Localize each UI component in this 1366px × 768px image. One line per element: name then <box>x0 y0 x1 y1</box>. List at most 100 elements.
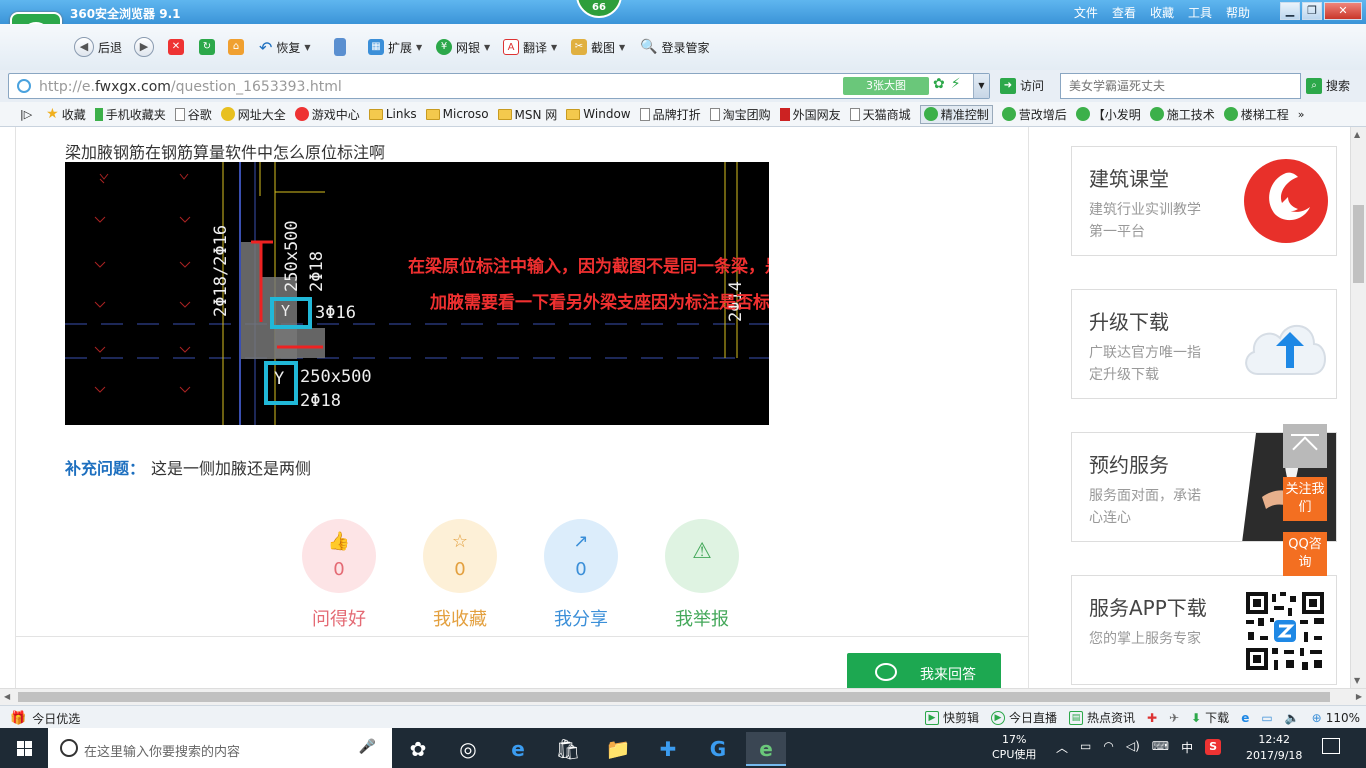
today-picks[interactable]: 🎁 今日优选 <box>10 710 80 727</box>
search-box[interactable] <box>1060 73 1301 99</box>
card-upgrade[interactable]: 升级下载 广联达官方唯一指定升级下载 <box>1071 289 1337 399</box>
bookmark-msn[interactable]: MSN 网 <box>497 106 557 123</box>
bank-button[interactable]: ¥ 网银 ▼ <box>436 36 490 58</box>
download-button[interactable]: ⬇ 下载 <box>1191 709 1229 726</box>
more-bookmarks-icon[interactable]: » <box>1298 108 1305 121</box>
bookmark-vat[interactable]: 营改增后 <box>1001 106 1067 123</box>
security-icon[interactable]: ✿ <box>933 76 945 92</box>
app-store-icon[interactable]: 🛍 <box>548 732 588 766</box>
horizontal-scrollbar[interactable]: ◀ ▶ <box>0 688 1366 705</box>
scroll-down-icon[interactable]: ▼ <box>1354 676 1360 685</box>
sogou-icon[interactable]: S <box>1205 739 1222 755</box>
bookmark-construction[interactable]: 施工技术 <box>1149 106 1215 123</box>
app-plus-icon[interactable]: ✚ <box>648 732 688 766</box>
app-360-browser-icon[interactable]: e <box>746 732 786 766</box>
horizontal-scroll-thumb[interactable] <box>18 692 1330 702</box>
back-button[interactable]: ◀ 后退 <box>74 36 122 58</box>
bookmark-favorites[interactable]: ★ 收藏 <box>46 106 86 123</box>
forward-button[interactable]: ▶ <box>134 36 154 58</box>
tray-expand-icon[interactable]: ︿ <box>1056 739 1068 756</box>
bookmark-games[interactable]: 游戏中心 <box>294 106 360 123</box>
visit-button[interactable]: ➜ 访问 <box>1000 77 1044 94</box>
menu-tools[interactable]: 工具 <box>1188 4 1212 21</box>
search-input[interactable] <box>1061 74 1300 98</box>
score-badge[interactable]: 66 <box>576 0 622 18</box>
bookmark-stairs[interactable]: 楼梯工程 <box>1223 106 1289 123</box>
scroll-right-icon[interactable]: ▶ <box>1356 692 1362 701</box>
stop-button[interactable]: ✕ <box>168 36 184 58</box>
vertical-scroll-thumb[interactable] <box>1353 205 1364 283</box>
address-dropdown-button[interactable]: ▼ <box>973 74 989 98</box>
quick-edit-button[interactable]: ▶ 快剪辑 <box>924 709 979 726</box>
sidebar-toggle-icon[interactable]: |▷ <box>20 108 32 121</box>
taskbar-search[interactable]: 在这里输入你要搜索的内容 🎤 <box>48 728 392 768</box>
scroll-up-icon[interactable]: ▲ <box>1354 130 1360 139</box>
address-bar[interactable]: http://e.fwxgx.com/question_1653393.html… <box>8 73 990 99</box>
bookmark-microsoft[interactable]: Microso <box>425 107 489 121</box>
wifi-icon[interactable]: ◠ <box>1103 739 1113 756</box>
app-explorer-icon[interactable]: 📁 <box>598 732 638 766</box>
menu-favorites[interactable]: 收藏 <box>1150 4 1174 21</box>
search-button[interactable]: ⌕ 搜索 <box>1306 77 1350 94</box>
home-button[interactable]: ⌂ <box>228 36 244 58</box>
card-app[interactable]: 服务APP下载 您的掌上服务专家 <box>1071 575 1337 685</box>
battery-icon[interactable]: ▭ <box>1080 739 1091 756</box>
question-image[interactable]: 2Φ18/2Φ16 250x500 2Φ18 2Φ14 Y 3Φ16 Y 250… <box>65 162 769 425</box>
good-question-button[interactable]: 👍 0 问得好 <box>299 519 379 631</box>
start-button[interactable] <box>0 728 48 768</box>
first-aid-icon[interactable]: ✚ <box>1147 711 1157 725</box>
keyboard-icon[interactable]: ⌨ <box>1152 739 1169 756</box>
app-g-icon[interactable]: G <box>698 732 738 766</box>
refresh-button[interactable]: ↻ <box>199 36 215 58</box>
bookmark-tmall[interactable]: 天猫商城 <box>849 106 911 123</box>
report-button[interactable]: ⚠ 我举报 <box>662 519 742 631</box>
menu-file[interactable]: 文件 <box>1074 4 1098 21</box>
volume-icon[interactable]: 🔈 <box>1285 711 1300 725</box>
lightning-icon[interactable]: ⚡ <box>951 76 961 92</box>
favorite-button[interactable]: ☆ 0 我收藏 <box>420 519 500 631</box>
share-button[interactable]: ↗ 0 我分享 <box>541 519 621 631</box>
bookmark-windows[interactable]: Window <box>566 107 631 121</box>
url-text[interactable]: http://e.fwxgx.com/question_1653393.html <box>39 79 342 95</box>
vertical-scrollbar[interactable]: ▲ ▼ <box>1350 127 1366 688</box>
restore-button[interactable]: ↶ 恢复 ▼ <box>259 36 311 58</box>
translate-button[interactable]: A 翻译 ▼ <box>503 36 557 58</box>
bookmark-foreign[interactable]: 外国网友 <box>779 106 841 123</box>
ie-icon[interactable]: e <box>1241 711 1249 725</box>
bookmark-taobao[interactable]: 淘宝团购 <box>709 106 771 123</box>
notification-icon[interactable] <box>1322 738 1340 754</box>
hot-news-button[interactable]: ▤ 热点资讯 <box>1068 709 1135 726</box>
minimize-button[interactable]: ▁ <box>1280 2 1300 20</box>
bookmark-hao[interactable]: 网址大全 <box>220 106 286 123</box>
ime-indicator[interactable]: 中 <box>1181 739 1193 756</box>
window-icon[interactable]: ▭ <box>1261 711 1272 725</box>
close-button[interactable]: ✕ <box>1324 2 1362 20</box>
screenshot-button[interactable]: ✂ 截图 ▼ <box>571 36 625 58</box>
phone-button[interactable] <box>334 36 346 58</box>
clock[interactable]: 12:42 2017/9/18 <box>1246 732 1302 764</box>
extend-button[interactable]: ▦ 扩展 ▼ <box>368 36 422 58</box>
answer-button[interactable]: 我来回答 <box>847 653 1001 688</box>
qq-consult-button[interactable]: QQ咨询 <box>1283 532 1327 576</box>
app-petal-icon[interactable]: ✿ <box>398 732 438 766</box>
pin-icon[interactable]: ✈ <box>1169 711 1179 725</box>
menu-help[interactable]: 帮助 <box>1226 4 1250 21</box>
bookmark-invention[interactable]: 【小发明 <box>1075 106 1141 123</box>
maximize-button[interactable]: ❐ <box>1302 2 1322 20</box>
card-course[interactable]: 建筑课堂 建筑行业实训教学第一平台 <box>1071 146 1337 256</box>
back-to-top-button[interactable] <box>1283 424 1327 468</box>
bookmark-precise[interactable]: 精准控制 <box>919 104 993 124</box>
app-edge-icon[interactable]: e <box>498 732 538 766</box>
microphone-icon[interactable]: 🎤 <box>359 739 376 755</box>
bookmark-brand[interactable]: 品牌打折 <box>639 106 701 123</box>
zoom-control[interactable]: ⊕ 110% <box>1312 711 1360 725</box>
login-manager-button[interactable]: 🔍 登录管家 <box>640 36 709 58</box>
bookmark-mobile[interactable]: 手机收藏夹 <box>94 106 166 123</box>
bookmark-links[interactable]: Links <box>368 107 417 121</box>
speaker-icon[interactable]: ◁) <box>1126 739 1140 756</box>
images-count-button[interactable]: 3张大图 <box>843 77 929 95</box>
app-swirl-icon[interactable]: ◎ <box>448 732 488 766</box>
live-button[interactable]: ▶ 今日直播 <box>990 709 1057 726</box>
follow-us-button[interactable]: 关注我们 <box>1283 477 1327 521</box>
bookmark-google[interactable]: 谷歌 <box>174 106 212 123</box>
